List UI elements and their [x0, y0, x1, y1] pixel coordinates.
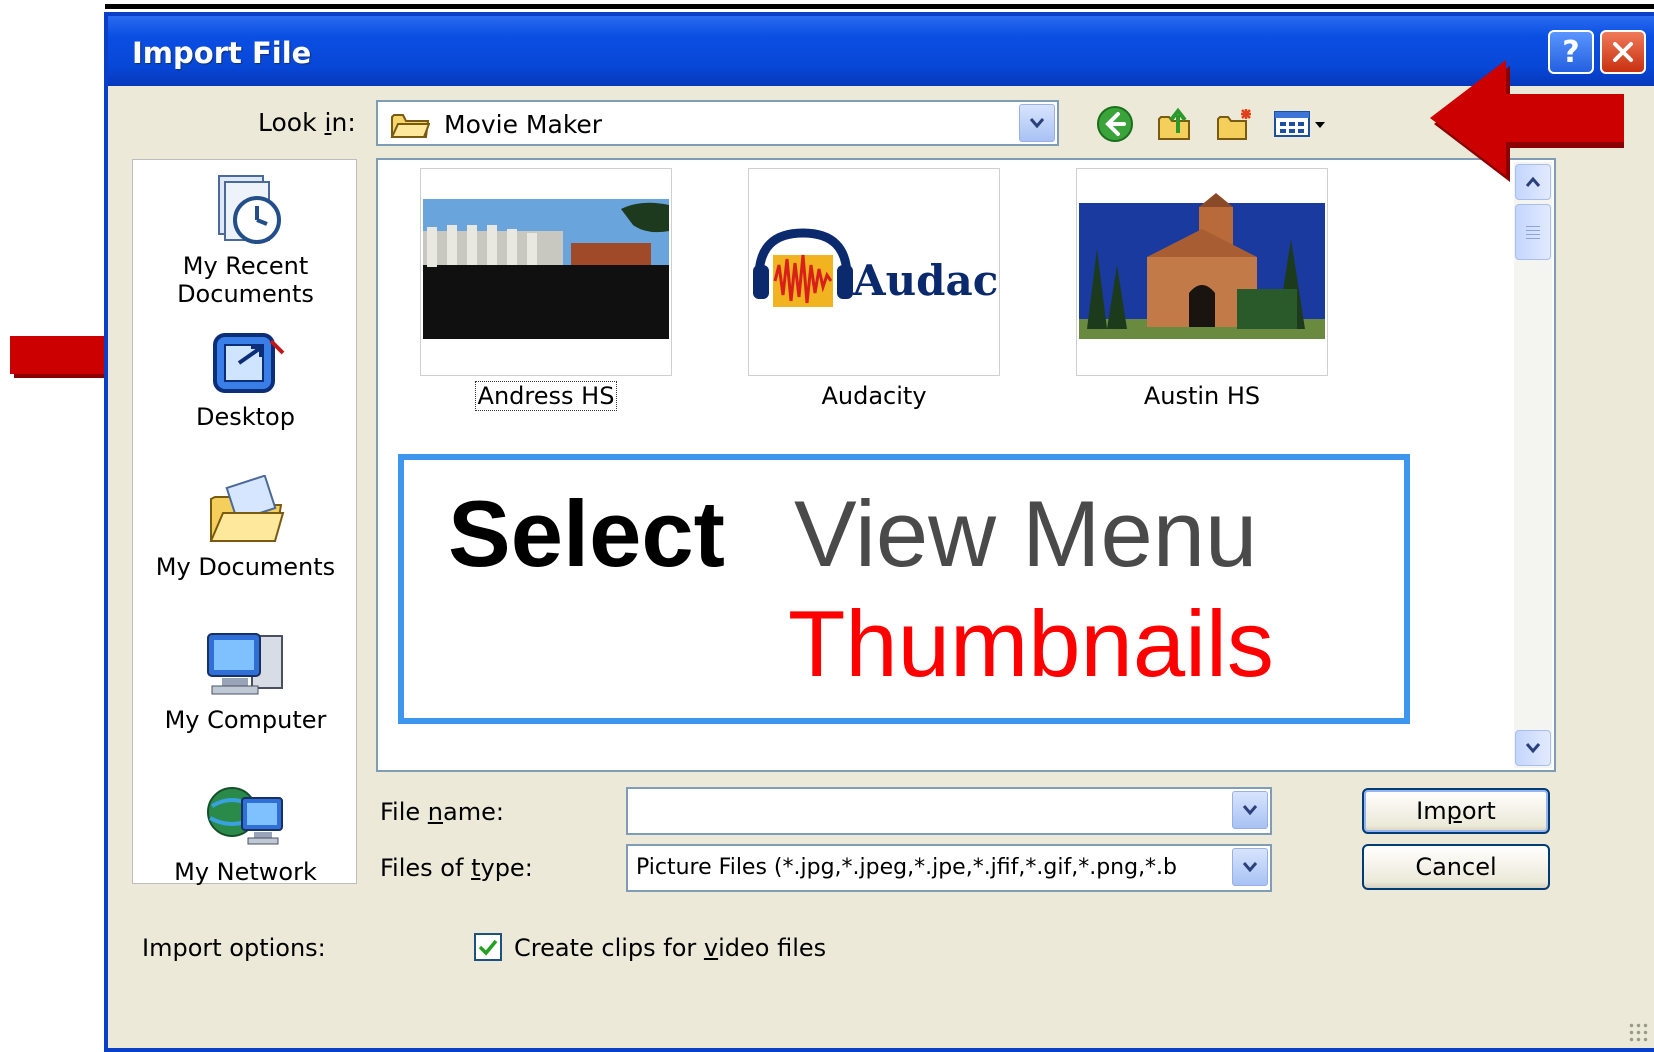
andress-hs-photo — [421, 169, 671, 375]
my-network-icon — [206, 787, 283, 845]
file-thumbnail-austin-hs[interactable] — [1076, 168, 1328, 376]
folder-icon — [390, 114, 430, 138]
up-folder-button[interactable] — [1153, 102, 1197, 146]
place-label-line1: My Recent — [182, 252, 309, 280]
audacity-logo-text: Audacity — [852, 256, 999, 305]
resize-grip[interactable] — [1628, 1022, 1648, 1042]
place-desktop[interactable]: Desktop — [133, 325, 358, 431]
back-icon — [1097, 106, 1133, 142]
file-name-combo[interactable] — [626, 787, 1272, 835]
import-file-dialog: Import File ? Look in: Movie Maker My Re… — [104, 12, 1654, 1052]
file-name-label: File name: — [380, 798, 504, 826]
place-my-computer[interactable]: My Computer — [133, 628, 358, 734]
red-arrow-views-menu — [1430, 60, 1624, 182]
new-folder-icon — [1217, 109, 1251, 140]
window-title: Import File — [132, 36, 312, 70]
file-thumbnail-andress-hs[interactable] — [420, 168, 672, 376]
file-name-audacity[interactable]: Audacity — [748, 382, 1000, 410]
file-type-value: Picture Files (*.jpg,*.jpeg,*.jpe,*.jfif… — [636, 855, 1178, 880]
title-bar[interactable]: Import File ? — [108, 16, 1654, 86]
checkmark-icon — [478, 939, 498, 956]
recent-documents-icon — [217, 175, 281, 244]
desktop-icon — [212, 333, 284, 393]
instruction-callout: Select View Menu Thumbnails — [398, 454, 1410, 724]
look-in-combo[interactable]: Movie Maker — [376, 100, 1059, 146]
place-my-network[interactable]: My Network — [133, 780, 358, 886]
chevron-down-icon — [1242, 805, 1258, 816]
create-clips-label[interactable]: Create clips for video files — [514, 934, 826, 962]
new-folder-button[interactable] — [1213, 102, 1257, 146]
austin-hs-photo — [1077, 169, 1327, 375]
callout-view-menu: View Menu — [794, 481, 1258, 586]
file-type-dropdown-button[interactable] — [1232, 848, 1268, 886]
look-in-value: Movie Maker — [444, 110, 603, 139]
up-folder-icon — [1158, 107, 1190, 140]
place-label-line1: Desktop — [196, 403, 295, 431]
chevron-down-icon — [1029, 118, 1045, 129]
places-bar: My Recent Documents Desktop My Documents — [132, 159, 358, 886]
file-type-combo[interactable]: Picture Files (*.jpg,*.jpeg,*.jpe,*.jfif… — [626, 844, 1272, 892]
callout-select: Select — [448, 481, 725, 586]
file-thumbnail-audacity[interactable]: Audacity — [748, 168, 1000, 376]
views-menu-icon — [1274, 111, 1325, 137]
scroll-thumb[interactable] — [1515, 204, 1551, 260]
place-label-line1: My Documents — [155, 553, 336, 581]
file-name-andress-hs[interactable]: Andress HS — [420, 381, 672, 411]
cancel-button[interactable]: Cancel — [1362, 844, 1550, 890]
vertical-scrollbar[interactable] — [1514, 162, 1552, 768]
create-clips-checkbox[interactable] — [474, 933, 502, 961]
file-name-austin-hs[interactable]: Austin HS — [1076, 382, 1328, 410]
place-label-line1: My Computer — [164, 706, 327, 734]
import-options-label: Import options: — [142, 934, 326, 962]
my-documents-icon — [208, 475, 284, 542]
import-button[interactable]: Im p ort — [1362, 788, 1550, 834]
back-button[interactable] — [1093, 102, 1137, 146]
look-in-dropdown-button[interactable] — [1019, 104, 1055, 142]
top-rule — [105, 4, 1654, 9]
views-menu-button[interactable] — [1273, 102, 1329, 146]
look-in-label: Look in: — [258, 108, 356, 137]
my-computer-icon — [206, 633, 283, 695]
place-label-line1: My Network — [174, 858, 317, 886]
scroll-down-button[interactable] — [1515, 730, 1551, 766]
file-name-dropdown-button[interactable] — [1232, 791, 1268, 829]
audacity-logo: Audacity — [749, 169, 999, 375]
place-my-recent-documents[interactable]: My Recent Documents — [133, 172, 358, 308]
place-my-documents[interactable]: My Documents — [133, 475, 358, 581]
chevron-down-icon — [1242, 862, 1258, 873]
chevron-down-icon — [1525, 743, 1541, 754]
place-label-line2: Documents — [177, 280, 314, 308]
file-type-label: Files of type: — [380, 854, 533, 882]
callout-thumbnails: Thumbnails — [788, 591, 1274, 696]
